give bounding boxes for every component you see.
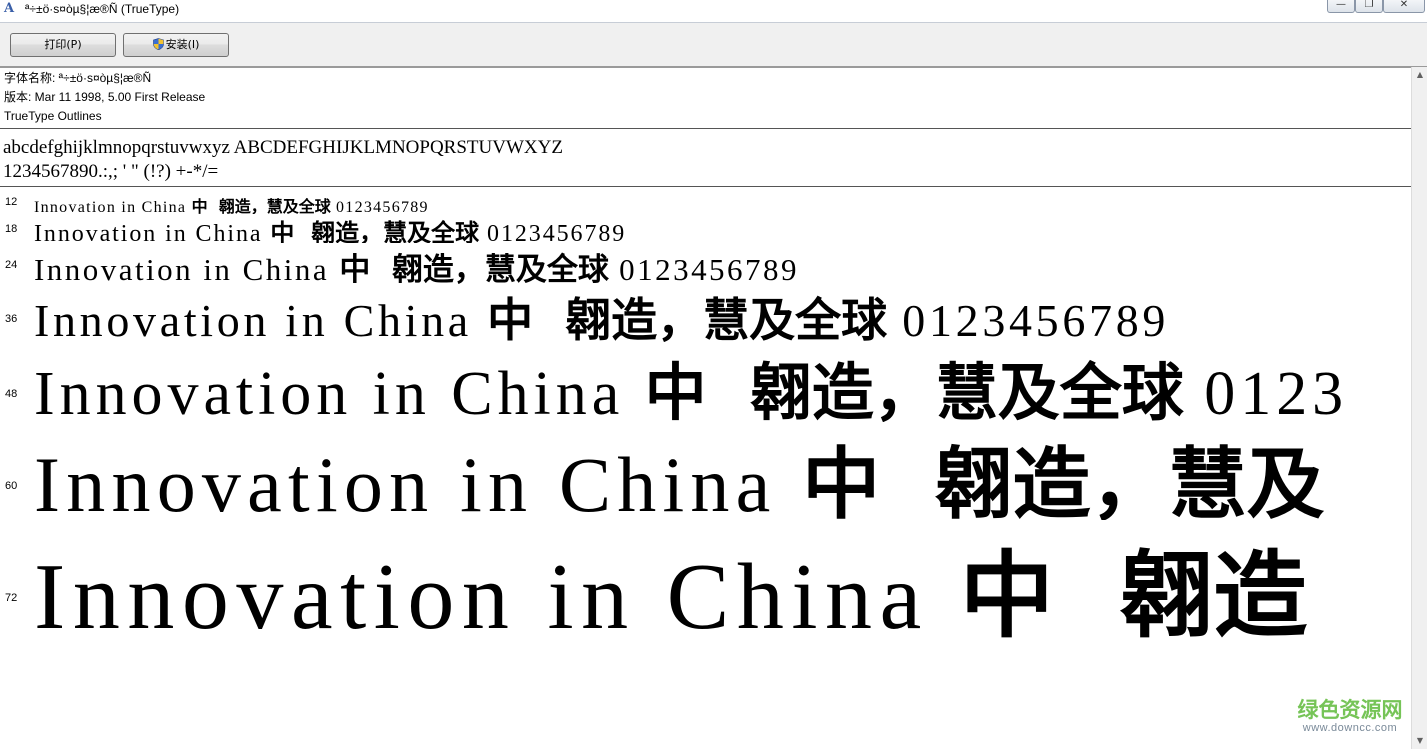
close-icon: ✕ [1399, 0, 1409, 10]
install-button[interactable]: 安装(I) [123, 33, 229, 57]
sample-row-48: 48 Innovation in China 中 翱造，慧及全球 0123 [0, 342, 1411, 422]
sample-cjk: 中 翱造 [959, 542, 1308, 640]
watermark-logo-text: 绿色资源网 [1297, 698, 1403, 722]
sample-text: Innovation in China 中 翱造，慧及 [34, 422, 1325, 520]
sample-cjk: 中 翱造，慧及全球 [339, 252, 609, 284]
sample-row-12: 12 Innovation in China 中 翱造，慧及全球 0123456… [0, 192, 1411, 214]
sample-latin: Innovation in China [34, 221, 271, 243]
size-label: 18 [5, 223, 18, 235]
size-label: 60 [5, 480, 18, 492]
close-button[interactable]: ✕ [1383, 0, 1425, 13]
sample-latin: Innovation in China [34, 360, 645, 422]
sample-latin: Innovation in China [34, 199, 192, 214]
sample-cjk: 中 翱造，慧及全球 [270, 219, 480, 243]
sample-row-60: 60 Innovation in China 中 翱造，慧及 [0, 422, 1411, 520]
font-version-line: 版本: Mar 11 1998, 5.00 First Release [4, 90, 206, 104]
print-button-label: 打印(P) [44, 38, 82, 51]
sample-cjk: 中 翱造，慧及全球 [191, 197, 331, 214]
sample-digits: 0123 [1183, 360, 1349, 422]
watermark-url: www.downcc.com [1302, 722, 1398, 734]
sample-text: Innovation in China 中 翱造，慧及全球 0123456789 [34, 284, 1169, 342]
site-watermark: 绿色资源网 www.downcc.com [1290, 698, 1410, 735]
separator-top [0, 128, 1411, 129]
separator-bottom [0, 186, 1411, 187]
sample-row-18: 18 Innovation in China 中 翱造，慧及全球 0123456… [0, 213, 1411, 243]
vertical-scrollbar[interactable]: ▲ ▼ [1411, 67, 1427, 749]
sample-cjk: 中 翱造，慧及 [802, 440, 1325, 520]
size-label: 48 [5, 388, 18, 400]
sample-cjk: 中 翱造，慧及全球 [644, 356, 1184, 422]
charset-line-symbols: 1234567890.:,; ' " (!?) +-*/= [3, 161, 219, 182]
toolbar: 打印(P) 安装(I) [0, 23, 1427, 68]
size-label: 72 [5, 592, 18, 604]
install-button-label: 安装(I) [165, 38, 200, 51]
sample-digits: 0123456789 [887, 295, 1170, 342]
title-bar: A ª÷±ö·s¤òµ§¦æ®Ñ (TrueType) — ❐ ✕ [0, 0, 1427, 23]
sample-latin: Innovation in China [34, 252, 340, 284]
font-outlines-line: TrueType Outlines [4, 109, 102, 123]
scroll-down-arrow-icon[interactable]: ▼ [1412, 733, 1427, 749]
window-title: ª÷±ö·s¤òµ§¦æ®Ñ (TrueType) [25, 2, 180, 16]
sample-cjk: 中 翱造，慧及全球 [487, 293, 888, 342]
scroll-up-arrow-icon[interactable]: ▲ [1412, 67, 1427, 83]
sample-latin: Innovation in China [34, 545, 960, 640]
size-label: 36 [5, 313, 18, 325]
size-label: 12 [5, 196, 18, 208]
restore-button[interactable]: ❐ [1355, 0, 1383, 13]
sample-text: Innovation in China 中 翱造，慧及全球 0123 [34, 342, 1348, 422]
sample-row-36: 36 Innovation in China 中 翱造，慧及全球 0123456… [0, 284, 1411, 342]
font-info: 字体名称: ª÷±ö·s¤òµ§¦æ®Ñ 版本: Mar 11 1998, 5.… [4, 69, 205, 126]
sample-digits: 0123456789 [479, 221, 627, 243]
restore-icon: ❐ [1364, 0, 1374, 10]
size-label: 24 [5, 259, 18, 271]
font-app-icon: A [4, 1, 15, 16]
sample-latin: Innovation in China [34, 441, 803, 520]
sample-row-24: 24 Innovation in China 中 翱造，慧及全球 0123456… [0, 244, 1411, 284]
minimize-button[interactable]: — [1327, 0, 1355, 13]
minimize-icon: — [1336, 0, 1346, 10]
charset-line-letters: abcdefghijklmnopqrstuvwxyz ABCDEFGHIJKLM… [3, 137, 563, 158]
font-name-line: 字体名称: ª÷±ö·s¤òµ§¦æ®Ñ [4, 71, 152, 85]
sample-row-72: 72 Innovation in China 中 翱造 [0, 520, 1411, 640]
sample-text: Innovation in China 中 翱造，慧及全球 0123456789 [34, 213, 626, 243]
uac-shield-icon [152, 38, 164, 50]
sample-text: Innovation in China 中 翱造 [34, 520, 1307, 640]
sample-digits: 0123456789 [608, 252, 799, 284]
print-button[interactable]: 打印(P) [10, 33, 116, 57]
sample-latin: Innovation in China [34, 295, 488, 342]
sample-text: Innovation in China 中 翱造，慧及全球 0123456789 [34, 193, 429, 214]
sample-digits: 0123456789 [330, 199, 429, 214]
sample-text: Innovation in China 中 翱造，慧及全球 0123456789 [34, 244, 799, 284]
